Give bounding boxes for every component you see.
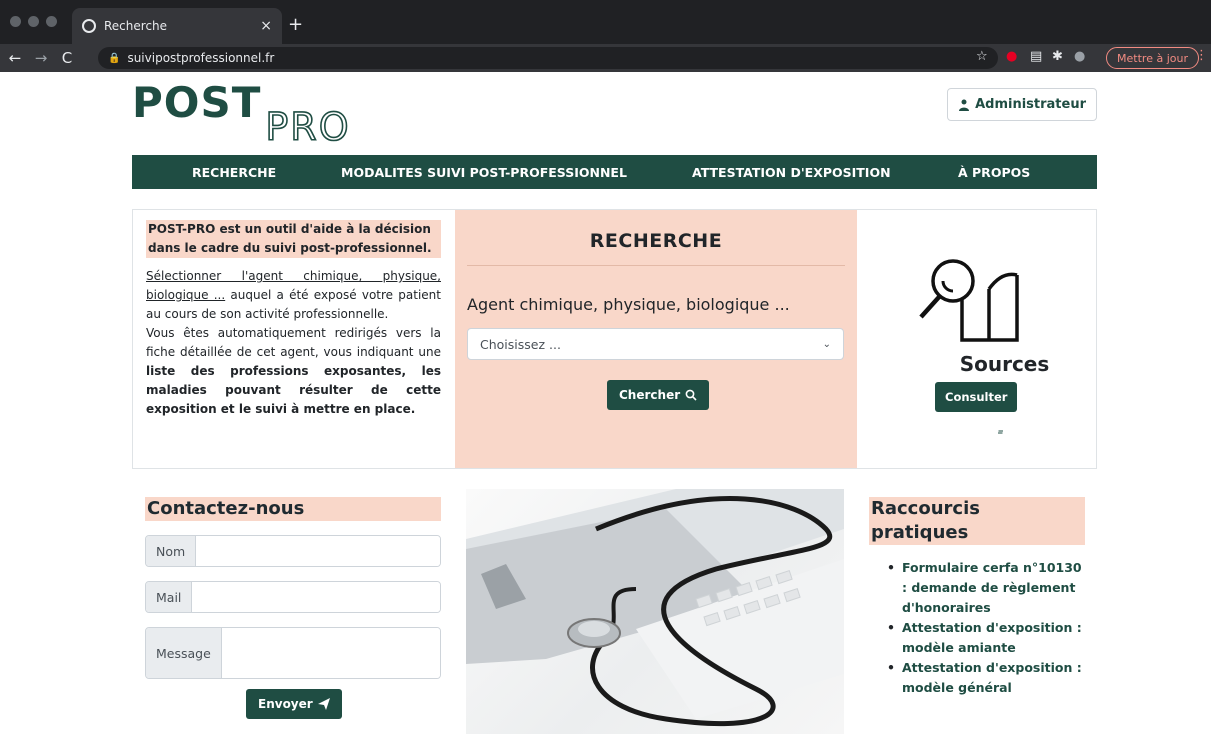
mail-input[interactable]	[192, 582, 440, 612]
logo-post: POST	[132, 78, 262, 127]
nav-item-modalites[interactable]: MODALITES SUIVI POST-PROFESSIONNEL	[341, 165, 627, 180]
lock-icon: 🔒	[108, 52, 121, 64]
maximize-window-button[interactable]	[46, 16, 57, 27]
paper-plane-icon	[317, 698, 330, 710]
search-panel: POST-PRO est un outil d'aide à la décisi…	[132, 209, 1097, 469]
star-icon[interactable]: ☆	[976, 49, 988, 64]
shortcut-link-general[interactable]: Attestation d'exposition : modèle généra…	[887, 658, 1085, 698]
url-input[interactable]: 🔒 suivipostprofessionnel.fr	[98, 47, 998, 69]
message-textarea[interactable]	[221, 628, 440, 678]
name-input[interactable]	[196, 536, 440, 566]
update-button[interactable]: Mettre à jour	[1106, 47, 1199, 69]
nav-item-attestation[interactable]: ATTESTATION D'EXPOSITION	[692, 165, 891, 180]
url-text: suivipostprofessionnel.fr	[127, 51, 275, 65]
intro-paragraph-2: Vous êtes automatiquement redirigés vers…	[146, 324, 441, 419]
name-field-group: Nom	[145, 535, 441, 567]
page-content: POST PRO Administrateur RECHERCHE MODALI…	[0, 72, 1211, 734]
consult-button-label: Consulter	[945, 390, 1008, 404]
consult-button[interactable]: Consulter	[935, 382, 1018, 437]
tab-close-button[interactable]: ×	[260, 18, 272, 34]
send-button-label: Envoyer	[258, 697, 313, 711]
name-label: Nom	[146, 536, 197, 566]
reload-icon[interactable]: C	[56, 49, 78, 67]
shortcut-link-cerfa[interactable]: Formulaire cerfa n°10130 : demande de rè…	[887, 558, 1085, 618]
globe-icon	[82, 19, 96, 33]
nav-item-recherche[interactable]: RECHERCHE	[192, 165, 276, 180]
minimize-window-button[interactable]	[28, 16, 39, 27]
admin-label: Administrateur	[975, 97, 1086, 112]
browser-tab[interactable]: Recherche ×	[72, 8, 282, 44]
search-icon	[685, 389, 697, 401]
forward-icon[interactable]: →	[30, 49, 52, 67]
window-controls	[10, 16, 57, 27]
contact-form: Contactez-nous Nom Mail Message Envoyer	[145, 497, 441, 719]
intro-redirect-text: Vous êtes automatiquement redirigés vers…	[146, 326, 441, 359]
address-bar: ← → C 🔒 suivipostprofessionnel.fr ☆ ● ▤ …	[0, 44, 1211, 72]
nav-item-a-propos[interactable]: À PROPOS	[958, 165, 1030, 180]
divider	[467, 265, 845, 266]
new-tab-button[interactable]: +	[288, 14, 303, 35]
chevron-down-icon: ⌄	[822, 338, 831, 350]
browser-tab-bar: Recherche × +	[0, 0, 1211, 44]
intro-paragraph-1: Sélectionner l'agent chimique, physique,…	[146, 267, 441, 324]
stethoscope-photo	[466, 489, 844, 734]
pinterest-icon[interactable]: ●	[1006, 49, 1017, 64]
tab-title: Recherche	[104, 19, 168, 33]
agent-label: Agent chimique, physique, biologique ...	[467, 295, 790, 314]
main-nav: RECHERCHE MODALITES SUIVI POST-PROFESSIO…	[132, 155, 1097, 189]
agent-select-value: Choisissez ...	[480, 336, 561, 352]
contact-title: Contactez-nous	[145, 497, 441, 521]
close-window-button[interactable]	[10, 16, 21, 27]
document-extension-icon[interactable]: ▤	[1030, 49, 1042, 64]
shortcut-link-amiante[interactable]: Attestation d'exposition : modèle amiant…	[887, 618, 1085, 658]
send-button[interactable]: Envoyer	[246, 689, 342, 719]
user-tie-icon	[959, 99, 970, 111]
magnifier-book-icon	[919, 259, 1019, 342]
admin-button[interactable]: Administrateur	[947, 88, 1097, 121]
agent-select[interactable]: Choisissez ... ⌄	[467, 328, 844, 360]
mail-label: Mail	[146, 582, 193, 612]
intro-highlight: POST-PRO est un outil d'aide à la décisi…	[146, 220, 441, 258]
sources-title: Sources	[959, 352, 1050, 376]
search-button-label: Chercher	[619, 388, 681, 402]
intro-bold-text: liste des professions exposantes, les ma…	[146, 364, 441, 416]
book-icon	[996, 428, 1005, 437]
logo-pro: PRO	[265, 105, 351, 149]
mail-field-group: Mail	[145, 581, 441, 613]
site-logo[interactable]: POST PRO	[132, 78, 351, 147]
shortcuts-panel: Raccourcis pratiques Formulaire cerfa n°…	[869, 497, 1085, 698]
intro-text: POST-PRO est un outil d'aide à la décisi…	[146, 220, 441, 419]
message-label: Message	[146, 628, 222, 678]
search-title: RECHERCHE	[589, 230, 723, 252]
message-field-group: Message	[145, 627, 441, 679]
sources-panel: Sources Consulter	[857, 210, 1097, 468]
search-button[interactable]: Chercher	[607, 380, 710, 410]
shortcuts-list: Formulaire cerfa n°10130 : demande de rè…	[869, 558, 1085, 698]
shortcuts-title: Raccourcis pratiques	[869, 497, 1085, 545]
puzzle-icon[interactable]: ✱	[1052, 49, 1063, 64]
more-menu-icon[interactable]: ⋮	[1195, 48, 1208, 63]
stethoscope-image	[466, 489, 844, 727]
back-icon[interactable]: ←	[4, 49, 26, 67]
search-box: RECHERCHE Agent chimique, physique, biol…	[455, 210, 857, 468]
profile-avatar[interactable]: ●	[1074, 49, 1085, 64]
